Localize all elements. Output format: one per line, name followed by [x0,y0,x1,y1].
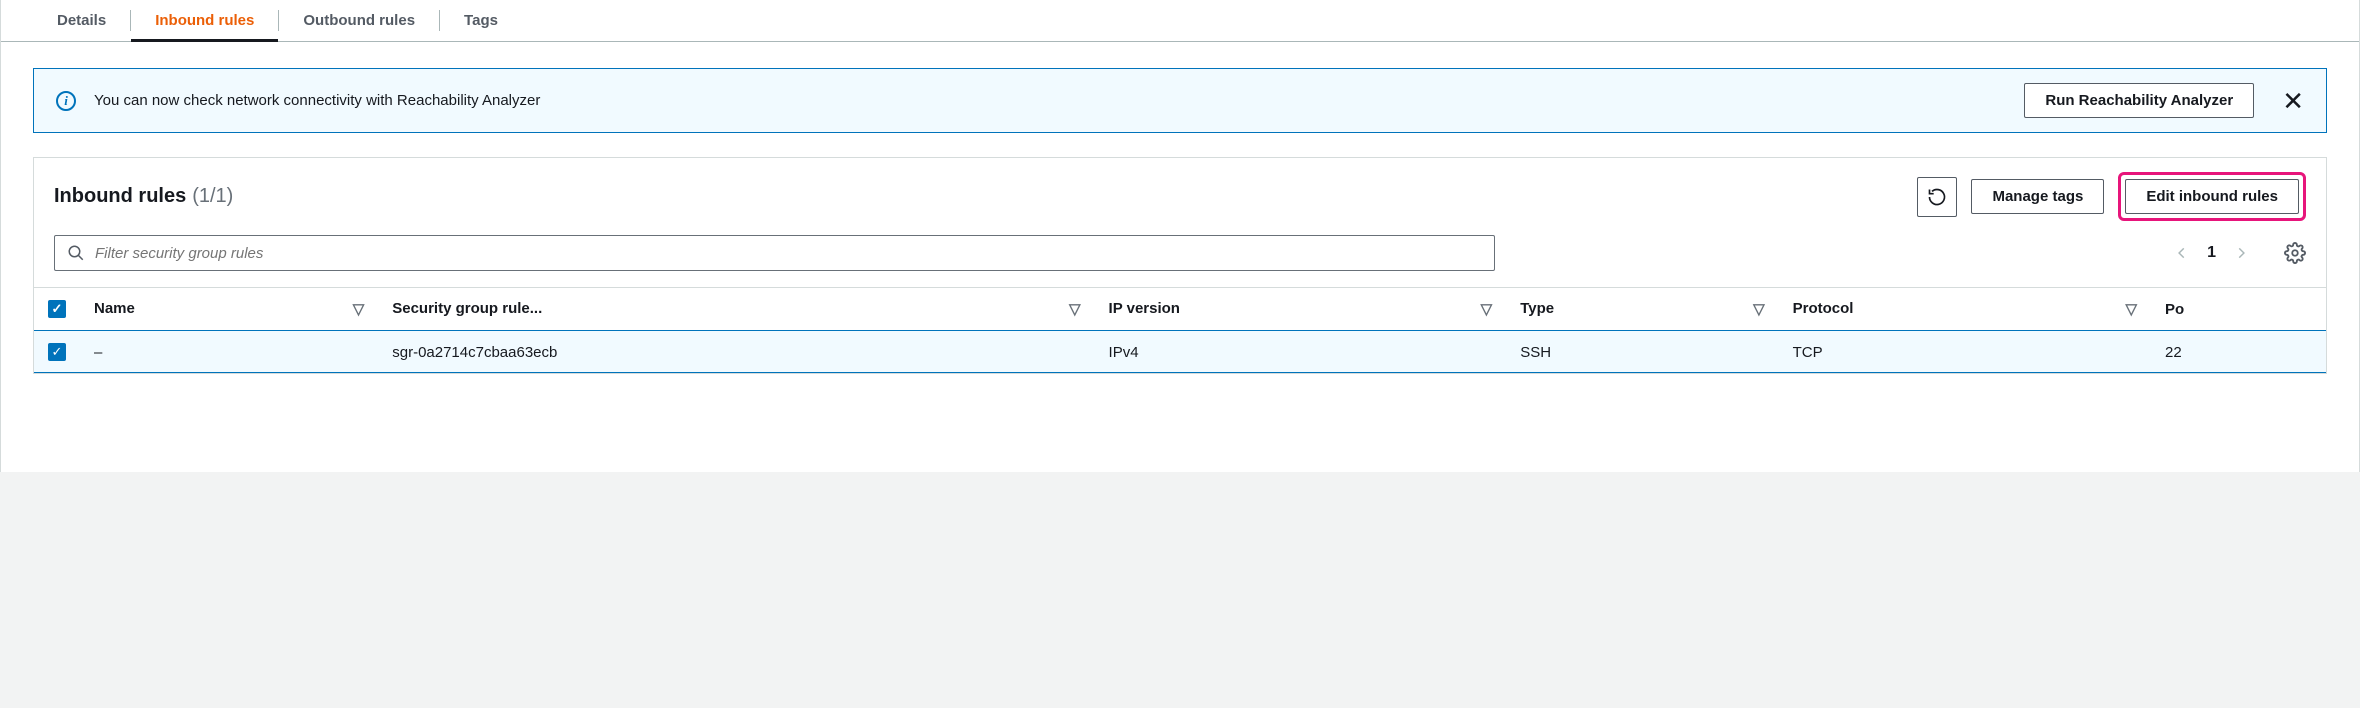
col-port[interactable]: Po [2151,288,2326,331]
search-wrap[interactable] [54,235,1495,271]
panel-title: Inbound rules [54,185,186,208]
tab-bar: Details Inbound rules Outbound rules Tag… [1,0,2359,42]
tab-outbound-rules[interactable]: Outbound rules [279,0,439,41]
col-type[interactable]: Type ▽ [1506,288,1778,331]
edit-rules-highlight: Edit inbound rules [2118,172,2306,221]
refresh-icon [1927,187,1947,207]
edit-inbound-rules-button[interactable]: Edit inbound rules [2125,179,2299,214]
prev-page-button[interactable] [2175,242,2189,264]
tab-inbound-rules[interactable]: Inbound rules [131,0,278,41]
table-row[interactable]: ✓ – sgr-0a2714c7cbaa63ecb IPv4 SSH TCP 2… [34,331,2326,374]
chevron-right-icon [2234,242,2248,264]
panel-header: Inbound rules (1/1) Manage tags Edit inb… [34,158,2326,231]
select-all-header[interactable]: ✓ [34,288,80,331]
gear-icon [2284,242,2306,264]
sort-icon: ▽ [1753,300,1765,318]
next-page-button[interactable] [2234,242,2248,264]
info-icon: i [56,91,76,111]
sort-icon: ▽ [353,300,365,318]
sort-icon: ▽ [1069,300,1081,318]
row-checkbox-cell[interactable]: ✓ [34,331,80,374]
cell-ip-version: IPv4 [1095,331,1507,374]
cell-name: – [80,331,378,374]
checkbox-icon: ✓ [48,300,66,318]
run-reachability-analyzer-button[interactable]: Run Reachability Analyzer [2024,83,2254,118]
col-ip-version[interactable]: IP version ▽ [1095,288,1507,331]
sort-icon: ▽ [2125,300,2137,318]
col-name-label: Name [94,300,135,317]
tab-tags[interactable]: Tags [440,0,522,41]
col-name[interactable]: Name ▽ [80,288,378,331]
panel-count: (1/1) [192,185,233,208]
settings-button[interactable] [2284,242,2306,264]
refresh-button[interactable] [1917,177,1957,217]
close-icon[interactable]: ✕ [2282,88,2304,114]
cell-sgr: sgr-0a2714c7cbaa63ecb [378,331,1094,374]
col-type-label: Type [1520,300,1554,317]
pager: 1 [2175,242,2306,264]
filter-row: 1 [34,231,2326,287]
col-sgr-label: Security group rule... [392,300,542,317]
cell-port: 22 [2151,331,2326,374]
search-icon [67,244,85,262]
inbound-rules-panel: Inbound rules (1/1) Manage tags Edit inb… [33,157,2327,374]
col-ipver-label: IP version [1109,300,1180,317]
col-protocol[interactable]: Protocol ▽ [1779,288,2151,331]
cell-type: SSH [1506,331,1778,374]
search-input[interactable] [95,245,1482,262]
col-security-group-rule[interactable]: Security group rule... ▽ [378,288,1094,331]
tab-details[interactable]: Details [33,0,130,41]
table-header-row: ✓ Name ▽ Security group rule... ▽ IP ver… [34,288,2326,331]
checkbox-icon: ✓ [48,343,66,361]
info-banner-text: You can now check network connectivity w… [94,92,2006,109]
manage-tags-button[interactable]: Manage tags [1971,179,2104,214]
chevron-left-icon [2175,242,2189,264]
sort-icon: ▽ [1481,300,1493,318]
cell-protocol: TCP [1779,331,2151,374]
col-port-label: Po [2165,301,2184,318]
col-protocol-label: Protocol [1793,300,1854,317]
rules-table: ✓ Name ▽ Security group rule... ▽ IP ver… [34,287,2326,373]
page-number: 1 [2207,244,2216,262]
info-banner: i You can now check network connectivity… [33,68,2327,133]
